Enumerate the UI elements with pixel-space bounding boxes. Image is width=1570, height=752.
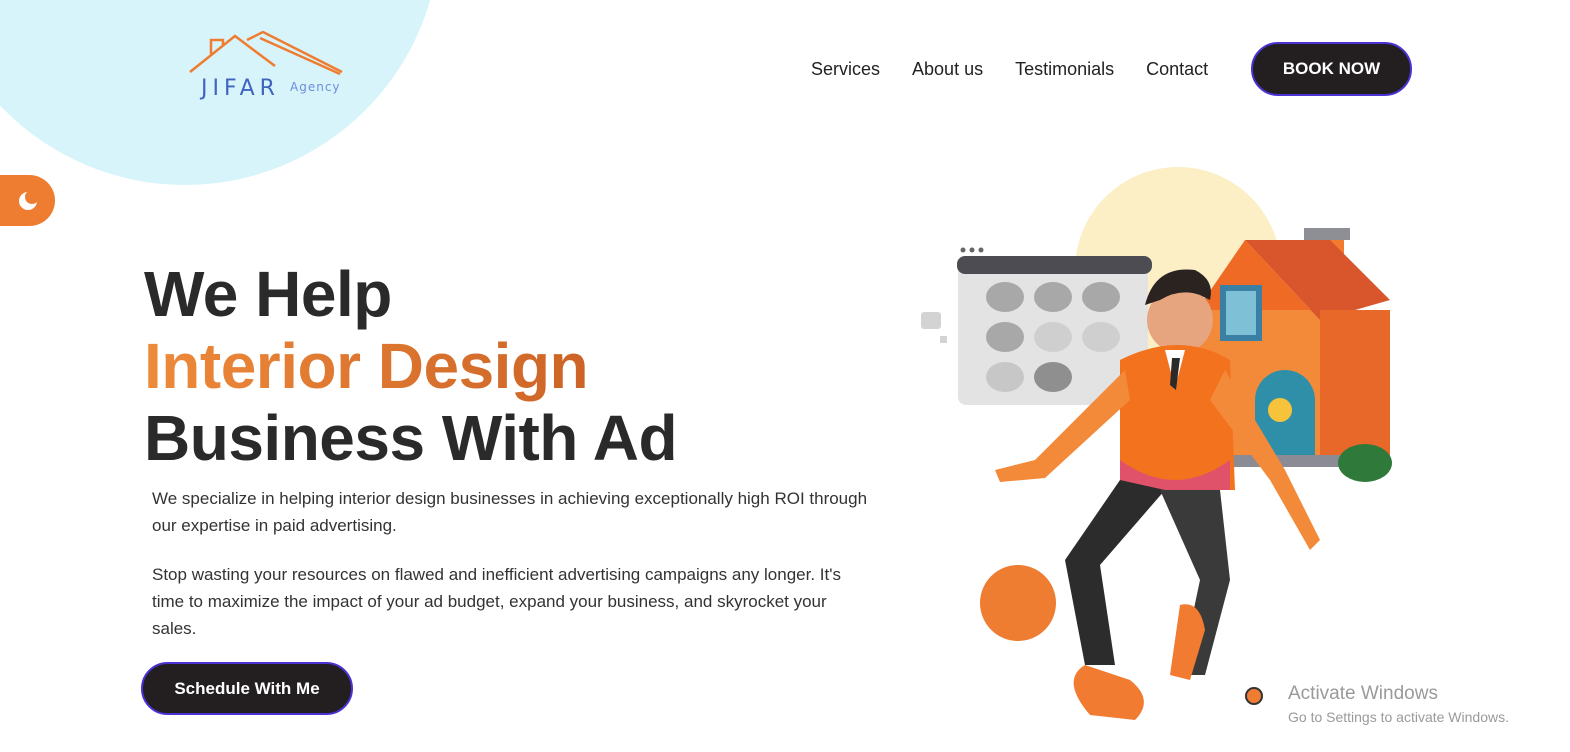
hero-description-2: Stop wasting your resources on flawed an… [152, 565, 841, 638]
headline-line-1: We Help [144, 258, 392, 330]
windows-activation-watermark: Activate Windows Go to Settings to activ… [1288, 683, 1509, 725]
nav-contact[interactable]: Contact [1146, 59, 1208, 80]
record-indicator-icon [1245, 687, 1263, 705]
hero-description-1: We specialize in helping interior design… [152, 489, 868, 535]
nav-about-us[interactable]: About us [912, 59, 983, 80]
headline-line-3: Business With Ad [144, 402, 678, 474]
brand-logo[interactable]: JIFAR Agency [185, 28, 365, 104]
main-nav: Services About us Testimonials Contact [795, 42, 1224, 96]
nav-services[interactable]: Services [811, 59, 880, 80]
house-roof-icon [189, 30, 343, 76]
headline-line-2: Interior Design [144, 330, 677, 402]
nav-testimonials[interactable]: Testimonials [1015, 59, 1114, 80]
watermark-subtitle: Go to Settings to activate Windows. [1288, 709, 1509, 725]
hero-headline: We Help Interior Design Business With Ad [144, 258, 678, 474]
logo-wordmark: JIFAR [201, 76, 280, 101]
schedule-button[interactable]: Schedule With Me [141, 662, 353, 715]
book-now-button[interactable]: BOOK NOW [1251, 42, 1412, 96]
moon-icon [18, 189, 39, 210]
logo-subtitle: Agency [290, 80, 341, 94]
theme-toggle-button[interactable] [0, 175, 55, 226]
hero-illustration [900, 160, 1420, 740]
watermark-title: Activate Windows [1288, 683, 1438, 704]
